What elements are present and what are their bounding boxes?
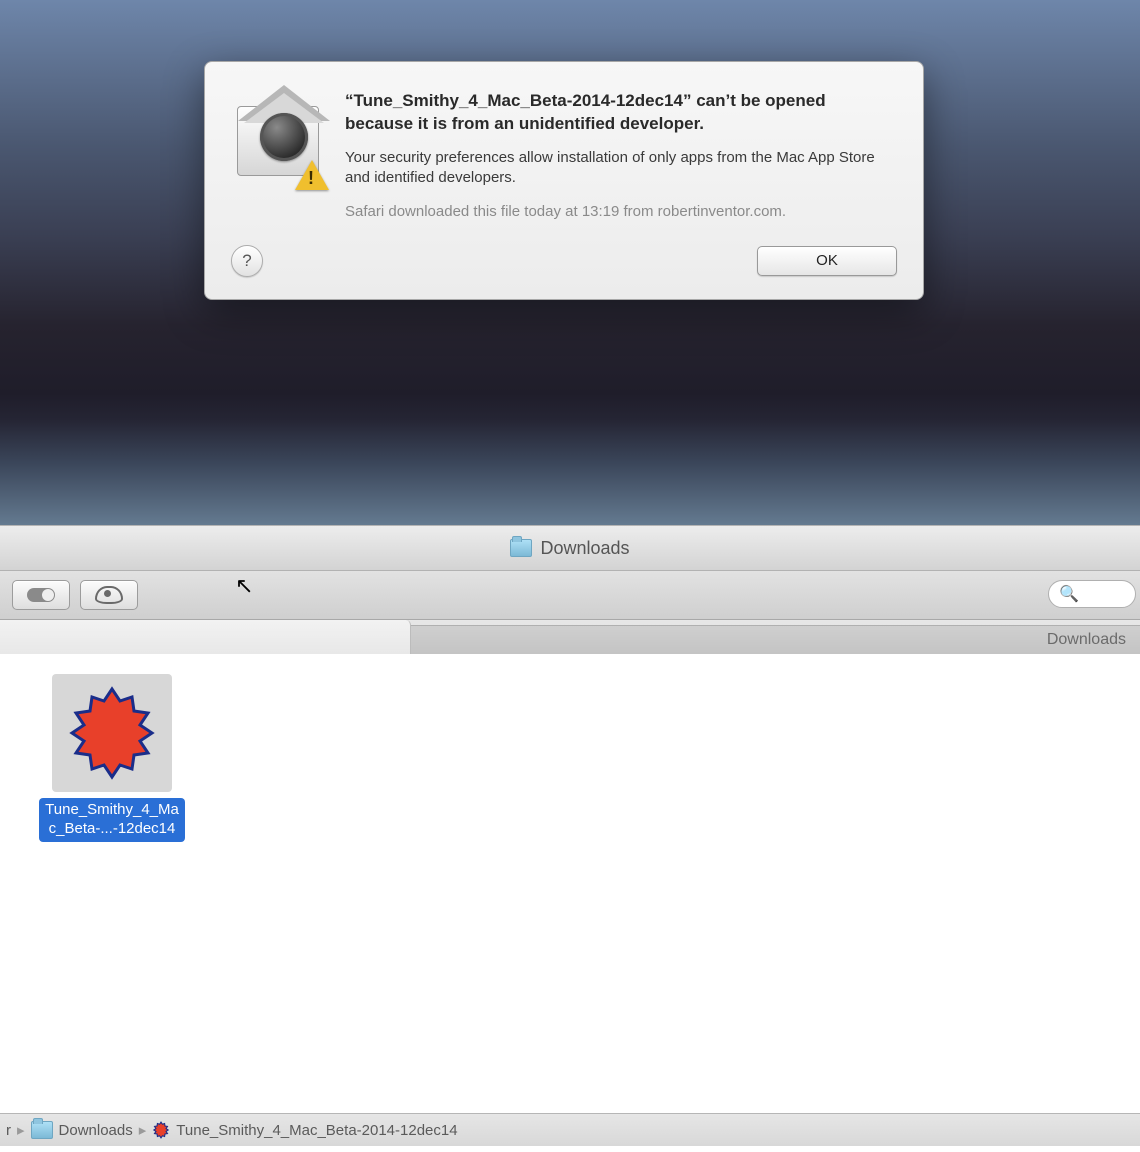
chevron-icon: ▸ bbox=[17, 1121, 25, 1139]
gatekeeper-dialog: “Tune_Smithy_4_Mac_Beta-2014-12dec14” ca… bbox=[204, 61, 924, 300]
dialog-source-text: Safari downloaded this file today at 13:… bbox=[345, 202, 897, 222]
toolbar-quicklook-button[interactable] bbox=[80, 580, 138, 610]
finder-search-field[interactable]: 🔍 bbox=[1048, 580, 1136, 608]
window-title: Downloads bbox=[540, 538, 629, 559]
finder-titlebar[interactable]: Downloads bbox=[0, 526, 1140, 571]
finder-toolbar: 🔍 bbox=[0, 571, 1140, 620]
ok-button[interactable]: OK bbox=[757, 246, 897, 276]
crumb-label: Downloads bbox=[59, 1122, 133, 1139]
dialog-title: “Tune_Smithy_4_Mac_Beta-2014-12dec14” ca… bbox=[345, 90, 897, 136]
finder-pathbar: r ▸ Downloads ▸ Tune_Smithy_4_Mac_Beta-2… bbox=[0, 1113, 1140, 1146]
tab-label: Downloads bbox=[1047, 631, 1126, 649]
gatekeeper-icon bbox=[231, 92, 323, 184]
app-icon bbox=[62, 683, 162, 783]
finder-content-area[interactable]: Tune_Smithy_4_Ma c_Beta-...-12dec14 bbox=[0, 654, 1140, 1124]
finder-window: Downloads 🔍 Downloads bbox=[0, 525, 1140, 1126]
finder-tabstrip: Downloads bbox=[0, 620, 1140, 654]
search-icon: 🔍 bbox=[1059, 584, 1079, 604]
file-item[interactable]: Tune_Smithy_4_Ma c_Beta-...-12dec14 bbox=[22, 674, 202, 842]
file-icon-selected bbox=[52, 674, 172, 792]
path-prev-tail: r bbox=[6, 1122, 11, 1139]
help-button[interactable]: ? bbox=[231, 245, 263, 277]
path-crumb-file[interactable]: Tune_Smithy_4_Mac_Beta-2014-12dec14 bbox=[152, 1121, 457, 1139]
eye-icon bbox=[95, 586, 123, 604]
file-name-label: Tune_Smithy_4_Ma c_Beta-...-12dec14 bbox=[39, 798, 185, 842]
folder-icon bbox=[510, 539, 532, 557]
toolbar-toggle-button[interactable] bbox=[12, 580, 70, 610]
dialog-body-text: Your security preferences allow installa… bbox=[345, 148, 897, 189]
folder-icon bbox=[31, 1121, 53, 1139]
finder-tab-inactive[interactable]: Downloads bbox=[411, 625, 1140, 654]
finder-tab-active[interactable] bbox=[0, 620, 411, 654]
crumb-label: Tune_Smithy_4_Mac_Beta-2014-12dec14 bbox=[176, 1122, 457, 1139]
chevron-icon: ▸ bbox=[139, 1121, 147, 1139]
path-crumb-downloads[interactable]: Downloads bbox=[31, 1121, 133, 1139]
app-icon bbox=[152, 1121, 170, 1139]
toggle-icon bbox=[27, 588, 55, 602]
warning-badge-icon bbox=[295, 160, 329, 190]
search-input[interactable] bbox=[1083, 585, 1136, 603]
